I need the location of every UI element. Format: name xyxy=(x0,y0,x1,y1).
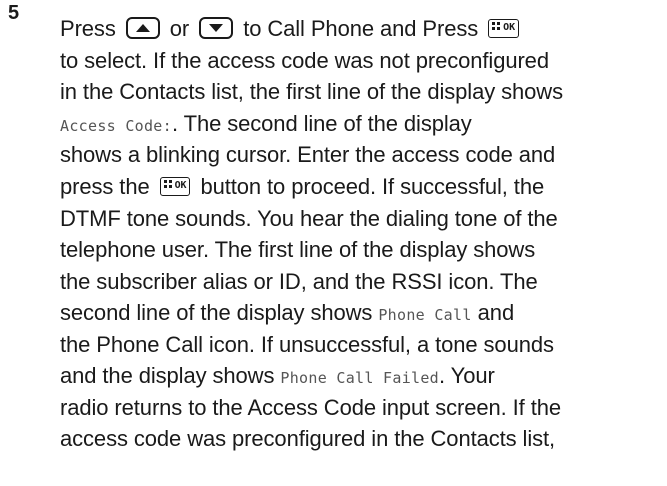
text-line: telephone user. The first line of the di… xyxy=(60,237,536,262)
text-line: shows a blinking cursor. Enter the acces… xyxy=(60,142,556,167)
menu-ok-button-icon: OK xyxy=(159,176,191,196)
text-segment: . The second line of the display xyxy=(171,110,472,136)
text-line: DTMF tone sounds. You hear the dialing t… xyxy=(60,205,558,231)
ok-label: OK xyxy=(174,179,187,191)
text-line: and the display shows Phone Call Failed.… xyxy=(60,360,660,392)
down-arrow-button-icon xyxy=(199,17,234,40)
text-line: in the Contacts list, the first line of … xyxy=(60,79,563,104)
instruction-paragraph-1: Press or to Call Phone and Press OK to s… xyxy=(60,13,660,171)
text-line: access code was preconfigured in the Con… xyxy=(60,426,556,451)
text-segment: button to proceed. If successful, the xyxy=(200,174,545,199)
text-segment: press the xyxy=(60,174,150,199)
text-line: the subscriber alias or ID, and the RSSI… xyxy=(60,268,538,294)
menu-ok-button-icon: OK xyxy=(488,18,519,38)
menu-grid-icon xyxy=(163,179,172,188)
text-line: to select. If the access code was not pr… xyxy=(60,47,549,73)
instruction-paragraph-2: press the OK button to proceed. If succe… xyxy=(60,171,660,455)
text-segment: and the display shows xyxy=(60,363,275,388)
text-segment: . Your xyxy=(439,363,495,388)
text-line: press the OK button to proceed. If succe… xyxy=(60,171,660,203)
menu-grid-icon xyxy=(492,21,501,30)
up-arrow-button-icon xyxy=(125,17,160,40)
text-line: second line of the display shows Phone C… xyxy=(60,297,660,329)
text-line: the Phone Call icon. If unsuccessful, a … xyxy=(60,331,554,357)
text-line: Press or to Call Phone and Press OK xyxy=(60,13,660,45)
text-line: Access Code:. The second line of the dis… xyxy=(60,108,660,140)
display-text-phone-call: Phone Call xyxy=(378,306,472,324)
text-line: radio returns to the Access Code input s… xyxy=(60,394,561,420)
display-text-phone-call-failed: Phone Call Failed xyxy=(280,369,440,387)
step-number: 5 xyxy=(8,2,20,24)
display-text-access-code: Access Code: xyxy=(60,116,172,135)
ok-label: OK xyxy=(503,21,515,33)
text-segment: to Call Phone and Press xyxy=(243,16,479,41)
text-segment: second line of the display shows xyxy=(60,300,373,325)
text-segment: or xyxy=(169,16,190,41)
text-segment: and xyxy=(477,300,515,325)
text-segment: Press xyxy=(60,16,116,41)
